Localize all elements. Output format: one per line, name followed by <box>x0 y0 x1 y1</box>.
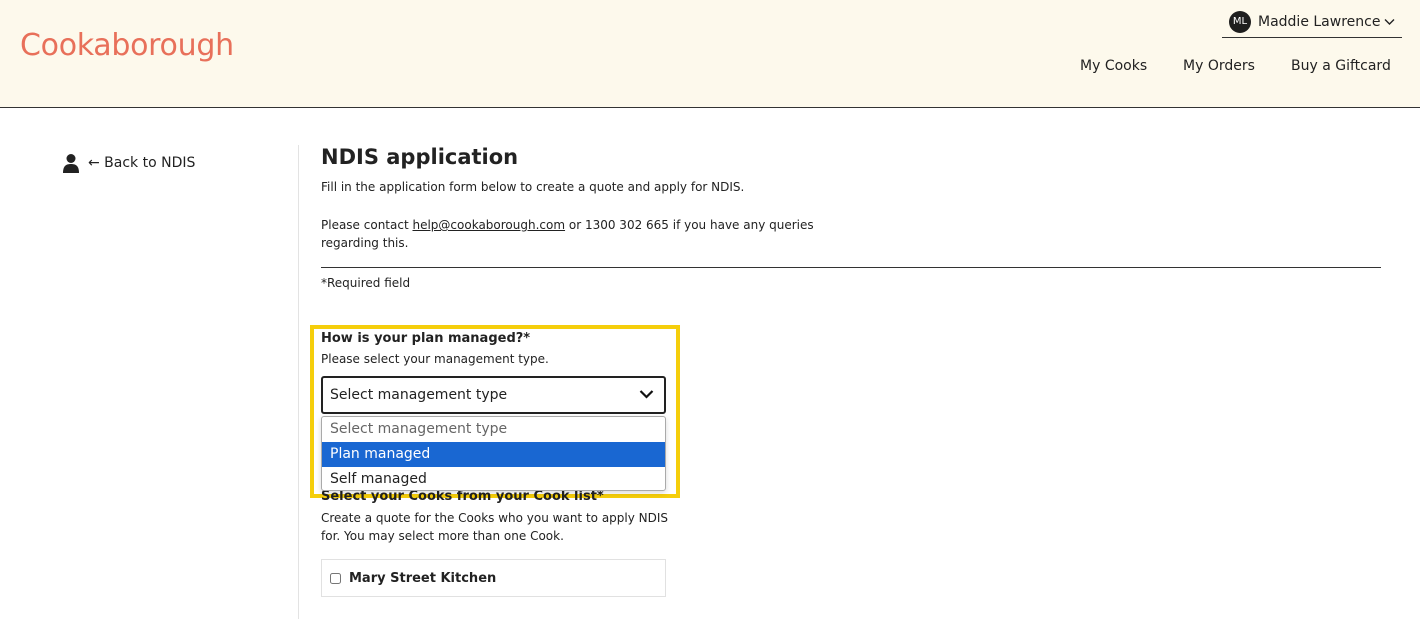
chevron-down-icon <box>1384 18 1395 26</box>
required-field-note: *Required field <box>321 276 411 290</box>
management-type-dropdown: Select management type Plan managed Self… <box>321 416 666 491</box>
contact-prefix: Please contact <box>321 218 413 232</box>
select-cooks-help: Create a quote for the Cooks who you wan… <box>321 511 669 543</box>
avatar: ML <box>1229 10 1251 33</box>
site-header: Cookaborough ML Maddie Lawrence My Cooks… <box>0 0 1420 108</box>
option-self-managed[interactable]: Self managed <box>322 467 665 490</box>
contact-text: Please contact help@cookaborough.com or … <box>321 216 821 252</box>
back-to-ndis-link[interactable]: ← Back to NDIS <box>62 153 195 173</box>
option-plan-managed[interactable]: Plan managed <box>322 442 665 467</box>
cook-option-card[interactable]: Mary Street Kitchen <box>321 559 666 597</box>
nav-buy-giftcard[interactable]: Buy a Giftcard <box>1291 58 1391 74</box>
plan-managed-label: How is your plan managed?* <box>321 331 531 346</box>
intro-text: Fill in the application form below to cr… <box>321 180 745 194</box>
user-menu[interactable]: ML Maddie Lawrence <box>1222 6 1402 38</box>
chevron-down-icon <box>639 389 654 400</box>
cookaborough-logo[interactable]: Cookaborough <box>20 24 234 68</box>
sidebar-divider <box>298 145 299 619</box>
help-email-link[interactable]: help@cookaborough.com <box>412 218 565 232</box>
management-type-select[interactable]: Select management type <box>321 376 666 414</box>
back-to-ndis-label: ← Back to NDIS <box>88 155 196 171</box>
nav-my-cooks[interactable]: My Cooks <box>1080 58 1147 74</box>
select-cooks-label: Select your Cooks from your Cook list* <box>321 489 604 504</box>
option-select-management-type[interactable]: Select management type <box>322 417 665 442</box>
plan-managed-help: Please select your management type. <box>321 352 549 366</box>
page-title: NDIS application <box>321 145 519 169</box>
cook-name: Mary Street Kitchen <box>349 570 497 586</box>
section-divider <box>321 267 1381 268</box>
nav-my-orders[interactable]: My Orders <box>1183 58 1255 74</box>
person-icon <box>62 153 80 173</box>
user-name: Maddie Lawrence <box>1258 13 1381 30</box>
cook-checkbox[interactable] <box>330 572 341 584</box>
management-type-value: Select management type <box>330 387 508 403</box>
